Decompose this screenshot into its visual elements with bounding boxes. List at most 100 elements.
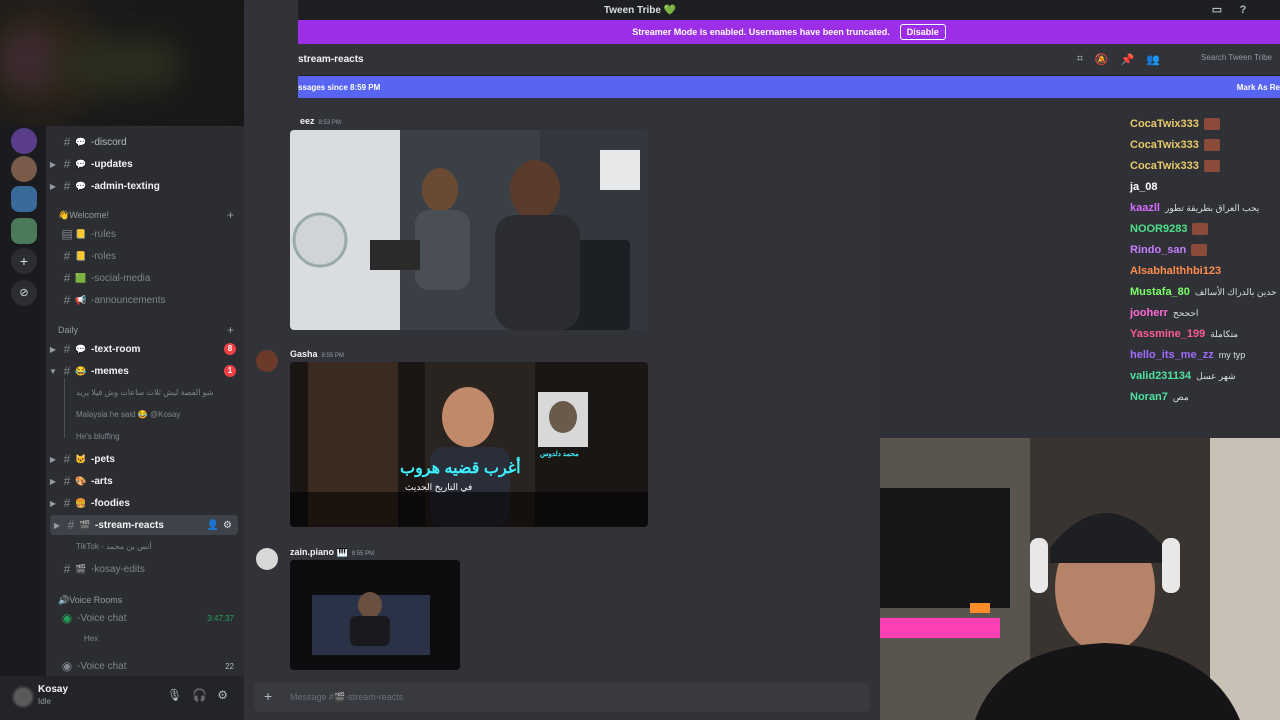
avatar[interactable]	[12, 686, 34, 708]
voice-count: 22	[225, 661, 234, 671]
microphone-icon[interactable]: 🎙	[167, 688, 182, 702]
category-voice[interactable]: 🔊Voice Rooms	[58, 595, 122, 606]
gear-icon[interactable]: ⚙	[223, 520, 232, 531]
mark-as-read-button[interactable]: Mark As Re	[1237, 83, 1280, 92]
hash-icon: #	[63, 135, 71, 149]
message-author[interactable]: zain.piano 🎹 8:55 PM	[290, 547, 374, 558]
stream-chat-username: Rindo_san	[1130, 244, 1187, 256]
user-name: Kosay	[38, 684, 69, 695]
channel-memes[interactable]: ▼ # 😂 -memes 1	[46, 361, 244, 381]
stream-chat-text: احححح	[1172, 307, 1199, 318]
avatar[interactable]	[256, 548, 278, 570]
category-daily[interactable]: Daily	[58, 325, 78, 335]
stream-chat-message: Mustafa_80 حدين بالدراك الأسالف	[1130, 286, 1277, 298]
stream-chat-username: ja_08	[1130, 181, 1158, 193]
server-rail: + ⊘	[0, 126, 46, 676]
hash-icon: #	[63, 249, 71, 263]
mention-badge: 1	[224, 365, 236, 377]
disable-streamer-mode-button[interactable]: Disable	[899, 24, 946, 40]
thread-item[interactable]: Malaysia he said 😂 @Kosay	[76, 410, 180, 419]
add-server-icon[interactable]: +	[11, 248, 37, 274]
server-icon[interactable]	[11, 186, 37, 212]
members-icon[interactable]: 👥	[1146, 53, 1160, 66]
stream-chat-username: NOOR9283	[1130, 223, 1188, 235]
new-messages-text: ssages since 8:59 PM	[298, 83, 381, 92]
emote-icon	[1192, 223, 1209, 235]
pin-icon[interactable]: 📌	[1121, 53, 1135, 66]
hash-icon: #	[63, 562, 71, 576]
stream-chat-username: CocaTwix333	[1130, 160, 1199, 172]
channel-arts[interactable]: ▶ # 🎨 -arts	[46, 471, 244, 491]
thread-item[interactable]: TikTok - أنس بن محمد	[76, 542, 152, 551]
channel-kosay-edits[interactable]: # 🎬 -kosay-edits	[46, 559, 244, 579]
channel-announcements[interactable]: # 📢 -announcements	[46, 290, 244, 310]
help-icon[interactable]: ?	[1236, 3, 1250, 17]
channel-updates[interactable]: ▶ # 💬 -updates	[46, 154, 244, 174]
stream-chat-message: valid231134 شهر عسل	[1130, 370, 1236, 382]
channel-pets[interactable]: ▶ # 🐱 -pets	[46, 449, 244, 469]
category-welcome[interactable]: 👋Welcome!	[58, 210, 109, 221]
channel-discord[interactable]: # 💬 -discord	[46, 132, 244, 152]
server-icon[interactable]	[11, 218, 37, 244]
video-thumbnail[interactable]: أغرب قضيه هروب في التاريخ الحديث محمد دل…	[290, 362, 648, 527]
stream-chat-message: CocaTwix333	[1130, 118, 1225, 130]
voice-channel[interactable]: ◉ -Voice chat 22	[46, 656, 244, 676]
bell-icon[interactable]: 🔕	[1095, 53, 1109, 66]
caret-right-icon: ▶	[53, 520, 61, 530]
add-channel-icon[interactable]: +	[227, 208, 234, 222]
speaker-icon: ◉	[61, 611, 73, 625]
threads-icon[interactable]: ⌗	[1077, 53, 1083, 66]
channel-foodies[interactable]: ▶ # 🍔 -foodies	[46, 493, 244, 513]
stream-chat-message: Alsabhalthhbi123	[1130, 265, 1226, 277]
voice-duration: 3:47:37	[207, 613, 234, 623]
channel-admin-texting[interactable]: ▶ # 💬 -admin-texting	[46, 176, 244, 196]
rules-icon: ▤	[61, 227, 73, 241]
server-icon[interactable]	[11, 156, 37, 182]
gear-icon[interactable]: ⚙	[217, 688, 228, 702]
message-author[interactable]: eez 8:53 PM	[300, 116, 341, 126]
message-author[interactable]: Gasha 8:55 PM	[290, 349, 344, 359]
hash-icon: #	[63, 452, 71, 466]
stream-chat-message: CocaTwix333	[1130, 160, 1225, 172]
server-icon[interactable]	[11, 128, 37, 154]
stream-chat-message: Yassmine_199 متكاملة	[1130, 328, 1238, 340]
caret-down-icon: ▼	[49, 366, 57, 376]
video-thumbnail[interactable]	[290, 130, 648, 330]
thumbnail-subtitle: في التاريخ الحديث	[405, 482, 473, 492]
channel-social-media[interactable]: # 🟩 -social-media	[46, 268, 244, 288]
stream-chat-message: Rindo_san	[1130, 244, 1212, 256]
caret-right-icon: ▶	[49, 344, 57, 354]
stream-chat-username: CocaTwix333	[1130, 118, 1199, 130]
thumbnail-tag: محمد دلدوس	[540, 451, 579, 458]
channel-rules[interactable]: ▤ 📒 -rules	[46, 224, 244, 244]
voice-channel[interactable]: ◉ -Voice chat 3:47:37	[46, 608, 244, 628]
stream-chat-username: Yassmine_199	[1130, 328, 1206, 340]
stream-chat-text: شهر عسل	[1196, 370, 1236, 381]
mention-badge: 8	[224, 343, 236, 355]
stream-chat-username: Noran7	[1130, 391, 1168, 403]
video-thumbnail[interactable]	[290, 560, 460, 670]
channel-text-room[interactable]: ▶ # 💬 -text-room 8	[46, 339, 244, 359]
channel-roles[interactable]: # 📒 -roles	[46, 246, 244, 266]
hash-icon: #	[63, 179, 71, 193]
stream-chat-text: متكاملة	[1210, 328, 1239, 339]
caret-right-icon: ▶	[49, 159, 57, 169]
plus-icon[interactable]: +	[264, 688, 272, 704]
search-input[interactable]: Search Tween Tribe	[1201, 53, 1272, 62]
channel-stream-reacts[interactable]: ▶ # 🎬 -stream-reacts 👤 ⚙	[50, 515, 238, 535]
stream-chat-username: kaazll	[1130, 202, 1160, 214]
inbox-icon[interactable]: ▭	[1210, 3, 1224, 17]
add-member-icon[interactable]: 👤	[207, 520, 219, 531]
message-input[interactable]: + Message #🎬-stream-reacts	[254, 682, 870, 712]
avatar[interactable]	[256, 350, 278, 372]
headphones-icon[interactable]: 🎧	[192, 688, 207, 702]
thread-item[interactable]: He's bluffing	[76, 432, 120, 441]
voice-user[interactable]: Hex	[84, 634, 98, 643]
thread-item[interactable]: شو الفصة ليش ثلاث ساعات وش فيلا يريد	[76, 388, 214, 397]
new-messages-bar[interactable]: ssages since 8:59 PM Mark As Re	[298, 76, 1280, 98]
add-channel-icon[interactable]: +	[227, 323, 234, 337]
discover-icon[interactable]: ⊘	[11, 280, 37, 306]
hash-icon: #	[63, 474, 71, 488]
thread-line	[64, 378, 65, 438]
stream-chat-username: CocaTwix333	[1130, 139, 1199, 151]
